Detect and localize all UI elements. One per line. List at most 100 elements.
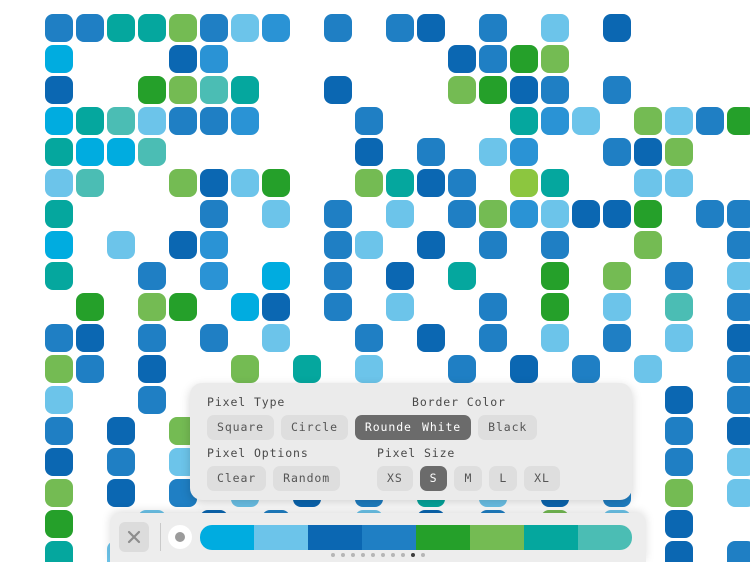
pixel-cell[interactable] [727,417,750,445]
pixel-cell[interactable] [138,107,166,135]
pixel-cell[interactable] [76,324,104,352]
pixel-cell[interactable] [262,324,290,352]
pixel-cell[interactable] [355,107,383,135]
pagination-dot[interactable] [341,553,345,557]
pixel-cell[interactable] [665,293,693,321]
pixel-cell[interactable] [727,231,750,259]
pixel-cell[interactable] [107,107,135,135]
pixel-cell[interactable] [634,355,662,383]
pixel-cell[interactable] [727,107,750,135]
pixel-cell[interactable] [138,14,166,42]
pixel-cell[interactable] [479,231,507,259]
pixel-cell[interactable] [386,169,414,197]
pixel-cell[interactable] [45,355,73,383]
pixel-cell[interactable] [541,200,569,228]
pixel-cell[interactable] [355,138,383,166]
palette-swatch[interactable] [416,525,470,550]
pixel-cell[interactable] [634,107,662,135]
pixel-cell[interactable] [541,324,569,352]
pixel-cell[interactable] [200,324,228,352]
palette-swatch[interactable] [578,525,632,550]
pixel-cell[interactable] [417,138,445,166]
pixel-cell[interactable] [45,262,73,290]
pixel-cell[interactable] [231,14,259,42]
pixel-cell[interactable] [541,262,569,290]
pixel-cell[interactable] [45,541,73,562]
pixel-cell[interactable] [510,169,538,197]
pixel-cell[interactable] [231,107,259,135]
pixel-cell[interactable] [448,355,476,383]
pixel-cell[interactable] [448,262,476,290]
pixel-cell[interactable] [727,448,750,476]
pixel-cell[interactable] [169,231,197,259]
pixel-cell[interactable] [324,200,352,228]
pixel-cell[interactable] [200,169,228,197]
palette-swatch[interactable] [308,525,362,550]
pixel-cell[interactable] [324,231,352,259]
pixel-cell[interactable] [200,76,228,104]
pixel-cell[interactable] [45,200,73,228]
pixel-cell[interactable] [634,200,662,228]
pixel-cell[interactable] [541,169,569,197]
pixel-cell[interactable] [45,324,73,352]
pixel-cell[interactable] [107,448,135,476]
pixel-cell[interactable] [200,262,228,290]
current-color-swatch[interactable] [168,525,192,549]
pixel-cell[interactable] [45,231,73,259]
pagination-dot[interactable] [411,553,415,557]
pixel-cell[interactable] [45,169,73,197]
pixel-cell[interactable] [231,293,259,321]
pixel-cell[interactable] [76,293,104,321]
pixel-cell[interactable] [634,138,662,166]
palette-swatch[interactable] [470,525,524,550]
pixel-cell[interactable] [541,107,569,135]
pixel-cell[interactable] [448,76,476,104]
pixel-cell[interactable] [510,76,538,104]
palette-pagination[interactable] [110,553,646,557]
pixel-cell[interactable] [200,200,228,228]
pixel-cell[interactable] [727,479,750,507]
pixel-cell[interactable] [293,355,321,383]
pixel-cell[interactable] [324,262,352,290]
pixel-cell[interactable] [603,293,631,321]
pixel-cell[interactable] [324,293,352,321]
pixel-cell[interactable] [727,200,750,228]
close-icon[interactable] [119,522,149,552]
pixel-cell[interactable] [169,45,197,73]
pagination-dot[interactable] [361,553,365,557]
pixel-type-circle-button[interactable]: Circle [280,415,348,441]
pixel-cell[interactable] [262,169,290,197]
pixel-cell[interactable] [138,324,166,352]
pixel-cell[interactable] [541,293,569,321]
pixel-options-clear-button[interactable]: Clear [207,466,267,492]
pixel-cell[interactable] [479,324,507,352]
pixel-cell[interactable] [386,14,414,42]
pixel-cell[interactable] [634,169,662,197]
pixel-cell[interactable] [231,355,259,383]
pixel-cell[interactable] [541,14,569,42]
pixel-cell[interactable] [200,14,228,42]
pixel-cell[interactable] [138,293,166,321]
pixel-cell[interactable] [665,107,693,135]
pixel-cell[interactable] [572,107,600,135]
pixel-cell[interactable] [138,262,166,290]
pixel-cell[interactable] [169,76,197,104]
pixel-cell[interactable] [665,510,693,538]
pagination-dot[interactable] [351,553,355,557]
pixel-size-xs-button[interactable]: XS [377,466,413,492]
pixel-cell[interactable] [138,386,166,414]
pixel-cell[interactable] [138,138,166,166]
pixel-cell[interactable] [665,386,693,414]
pixel-cell[interactable] [262,14,290,42]
pixel-cell[interactable] [45,14,73,42]
pixel-cell[interactable] [169,293,197,321]
pixel-cell[interactable] [603,200,631,228]
pixel-cell[interactable] [541,45,569,73]
pixel-size-xl-button[interactable]: XL [524,466,560,492]
border-color-black-button[interactable]: Black [478,415,538,441]
pixel-size-s-button[interactable]: S [419,466,448,492]
pixel-cell[interactable] [169,14,197,42]
pagination-dot[interactable] [381,553,385,557]
pixel-size-m-button[interactable]: M [454,466,483,492]
pixel-cell[interactable] [355,324,383,352]
